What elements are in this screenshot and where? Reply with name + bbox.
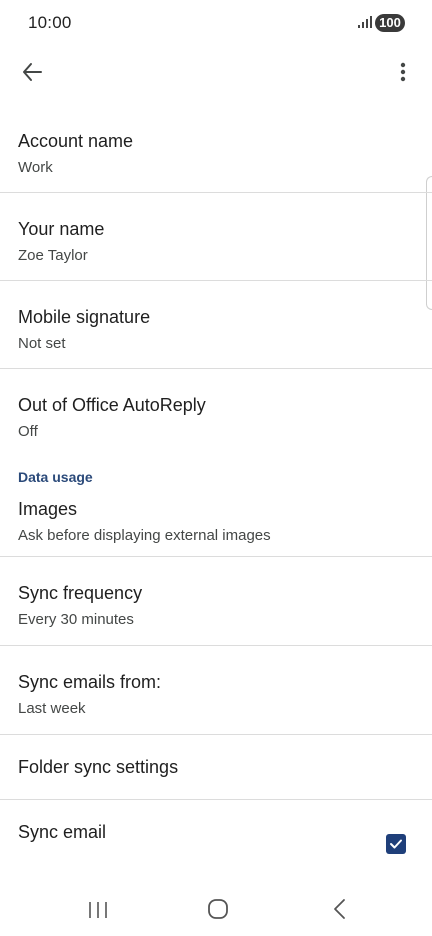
back-button[interactable] xyxy=(16,58,48,90)
section-header-data-usage: Data usage xyxy=(0,457,432,493)
status-time: 10:00 xyxy=(28,13,72,32)
recents-icon[interactable] xyxy=(87,900,109,925)
setting-images[interactable]: Images Ask before displaying external im… xyxy=(0,493,432,557)
setting-title: Sync emails from: xyxy=(18,672,162,692)
home-icon[interactable] xyxy=(207,898,229,925)
setting-value: Work xyxy=(18,159,53,176)
setting-out-of-office[interactable]: Out of Office AutoReply Off xyxy=(0,369,432,457)
setting-title: Sync email xyxy=(18,822,107,842)
check-icon xyxy=(390,839,402,849)
setting-your-name[interactable]: Your name Zoe Taylor xyxy=(0,193,432,281)
sync-email-checkbox[interactable] xyxy=(386,834,406,854)
setting-sync-emails-from[interactable]: Sync emails from: Last week xyxy=(0,646,432,735)
setting-title: Out of Office AutoReply xyxy=(18,395,206,415)
section-header-label: Data usage xyxy=(18,469,93,485)
more-vert-icon xyxy=(400,62,406,87)
signal-icon xyxy=(357,15,373,29)
setting-title: Sync frequency xyxy=(18,583,143,603)
setting-value: Ask before displaying external images xyxy=(18,527,271,544)
settings-list: Account name Work Your name Zoe Taylor M… xyxy=(0,105,432,860)
setting-value: Off xyxy=(18,423,38,440)
setting-account-name[interactable]: Account name Work xyxy=(0,105,432,193)
more-options-button[interactable] xyxy=(388,58,418,90)
setting-title: Mobile signature xyxy=(18,307,151,327)
setting-value: Zoe Taylor xyxy=(18,247,88,264)
setting-folder-sync[interactable]: Folder sync settings xyxy=(0,735,432,800)
battery-badge: 100 xyxy=(375,14,405,32)
navigation-bar xyxy=(0,886,432,936)
setting-value: Every 30 minutes xyxy=(18,611,134,628)
setting-mobile-signature[interactable]: Mobile signature Not set xyxy=(0,281,432,369)
setting-value: Last week xyxy=(18,700,86,717)
setting-title: Folder sync settings xyxy=(18,757,179,777)
setting-title: Your name xyxy=(18,219,105,239)
screen: 10:00 100 Account name Work Your name Zo… xyxy=(0,0,432,936)
setting-value: Not set xyxy=(18,335,66,352)
setting-title: Images xyxy=(18,499,78,519)
setting-title: Account name xyxy=(18,131,134,151)
arrow-back-icon xyxy=(21,61,43,88)
setting-sync-frequency[interactable]: Sync frequency Every 30 minutes xyxy=(0,557,432,646)
status-bar: 10:00 100 xyxy=(0,0,432,46)
nav-back-icon[interactable] xyxy=(331,898,349,925)
setting-sync-email[interactable]: Sync email xyxy=(0,800,432,860)
